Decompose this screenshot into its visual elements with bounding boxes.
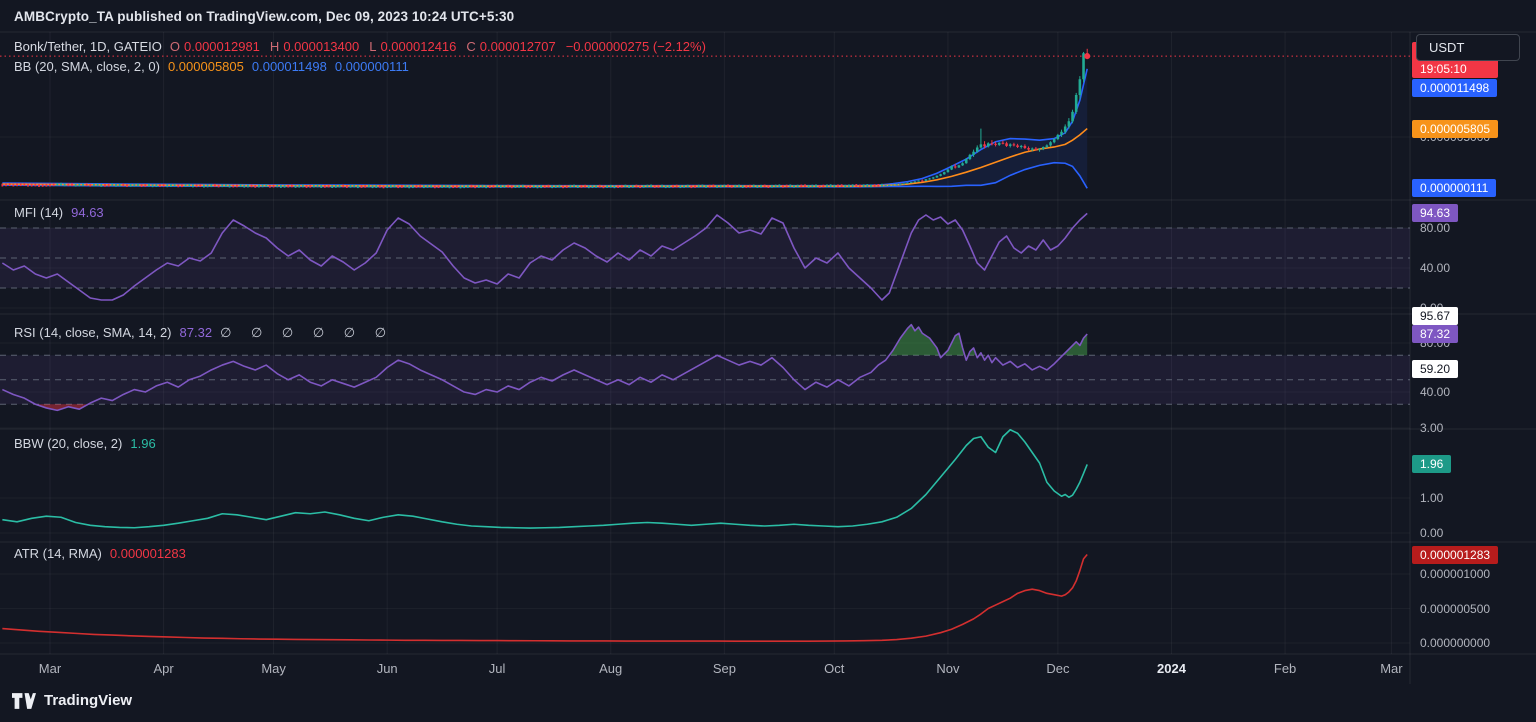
bb-upper-line — [2, 69, 1087, 186]
last-price-marker — [1084, 53, 1090, 59]
time-axis-label: May — [261, 661, 286, 676]
time-axis-label: Dec — [1046, 661, 1069, 676]
time-axis-label: Feb — [1274, 661, 1296, 676]
time-axis-label: Aug — [599, 661, 622, 676]
axis-tick-label: 0.000000500 — [1420, 601, 1490, 617]
time-axis-label: Mar — [39, 661, 61, 676]
bbw-legend-row[interactable]: BBW (20, close, 2) 1.96 — [14, 436, 156, 452]
mfi-value: 94.63 — [71, 205, 104, 221]
ohlc-values: O0.000012981 H0.000013400 L0.000012416 C… — [170, 39, 710, 55]
mfi-value-badge: 94.63 — [1412, 204, 1458, 222]
time-axis-label: Oct — [824, 661, 844, 676]
header-title: AMBCrypto_TA published on TradingView.co… — [14, 9, 514, 24]
atr-line — [2, 554, 1087, 641]
symbol-title: Bonk/Tether, 1D, GATEIO — [14, 39, 162, 55]
axis-tick-label: 0.000001000 — [1420, 566, 1490, 582]
axis-tick-label: 0.000000000 — [1420, 635, 1490, 651]
axis-tick-label: 80.00 — [1420, 220, 1450, 236]
bbw-title: BBW (20, close, 2) — [14, 436, 122, 452]
symbol-legend-row[interactable]: Bonk/Tether, 1D, GATEIO O0.000012981 H0.… — [14, 39, 710, 55]
tradingview-logo-icon[interactable] — [12, 693, 36, 709]
time-axis-label: Jul — [489, 661, 506, 676]
bb-basis-value: 0.000005805 — [168, 59, 244, 75]
footer: TradingView — [12, 692, 132, 709]
atr-value-badge: 0.000001283 — [1412, 546, 1498, 564]
rsi-title: RSI (14, close, SMA, 14, 2) — [14, 325, 172, 341]
tradingview-published-chart: AMBCrypto_TA published on TradingView.co… — [0, 0, 1536, 722]
price-value-badge: 0.000005805 — [1412, 120, 1498, 138]
low-value: 0.000012416 — [380, 39, 456, 54]
mfi-legend-row[interactable]: MFI (14) 94.63 — [14, 205, 104, 221]
bb-lower-value: 0.000000111 — [335, 59, 409, 75]
tradingview-wordmark[interactable]: TradingView — [44, 692, 132, 709]
axis-tick-label: 3.00 — [1420, 420, 1443, 436]
open-value: 0.000012981 — [184, 39, 260, 54]
rsi-value-badge: 95.67 — [1412, 307, 1458, 325]
bb-title: BB (20, SMA, close, 2, 0) — [14, 59, 160, 75]
bb-legend-row[interactable]: BB (20, SMA, close, 2, 0) 0.000005805 0.… — [14, 59, 409, 75]
chart-canvas[interactable] — [0, 0, 1536, 722]
time-axis-label: Apr — [153, 661, 173, 676]
header: AMBCrypto_TA published on TradingView.co… — [0, 0, 1536, 32]
time-axis-label: Nov — [936, 661, 959, 676]
time-axis-label: 2024 — [1157, 661, 1186, 676]
rsi-value: 87.32 — [180, 325, 213, 341]
bbw-line — [2, 430, 1087, 528]
bb-fill — [2, 69, 1087, 189]
atr-legend-row[interactable]: ATR (14, RMA) 0.000001283 — [14, 546, 186, 562]
rsi-value-badge: 59.20 — [1412, 360, 1458, 378]
axis-tick-label: 40.00 — [1420, 384, 1450, 400]
atr-value: 0.000001283 — [110, 546, 186, 562]
atr-title: ATR (14, RMA) — [14, 546, 102, 562]
change-value: −0.000000275 (−2.12%) — [566, 39, 706, 55]
rsi-divergence-markers: ∅ ∅ ∅ ∅ ∅ ∅ — [220, 325, 394, 341]
close-value: 0.000012707 — [480, 39, 556, 54]
axis-tick-label: 1.00 — [1420, 490, 1443, 506]
price-scale-column[interactable]: 0.000012707 19:05:10 USDT 0.0000050000.0… — [1410, 0, 1536, 722]
price-value-badge: 0.000011498 — [1412, 79, 1497, 97]
time-axis-label: Sep — [713, 661, 736, 676]
time-axis[interactable]: Mar Apr May Jun Jul Aug Sep Oct Nov Dec 2024 Feb Mar — [0, 654, 1410, 684]
high-value: 0.000013400 — [283, 39, 359, 54]
currency-toggle-button[interactable]: USDT — [1416, 34, 1520, 61]
bbw-value-badge: 1.96 — [1412, 455, 1451, 473]
bbw-value: 1.96 — [130, 436, 155, 452]
price-value-badge: 0.000000111 — [1412, 179, 1496, 197]
bb-upper-value: 0.000011498 — [252, 59, 327, 75]
time-axis-label: Jun — [377, 661, 398, 676]
mfi-title: MFI (14) — [14, 205, 63, 221]
time-axis-label: Mar — [1380, 661, 1402, 676]
bar-countdown: 19:05:10 — [1420, 60, 1490, 78]
rsi-value-badge: 87.32 — [1412, 325, 1458, 343]
axis-tick-label: 40.00 — [1420, 260, 1450, 276]
rsi-legend-row[interactable]: RSI (14, close, SMA, 14, 2) 87.32 ∅ ∅ ∅ … — [14, 325, 394, 341]
axis-tick-label: 0.00 — [1420, 525, 1443, 541]
